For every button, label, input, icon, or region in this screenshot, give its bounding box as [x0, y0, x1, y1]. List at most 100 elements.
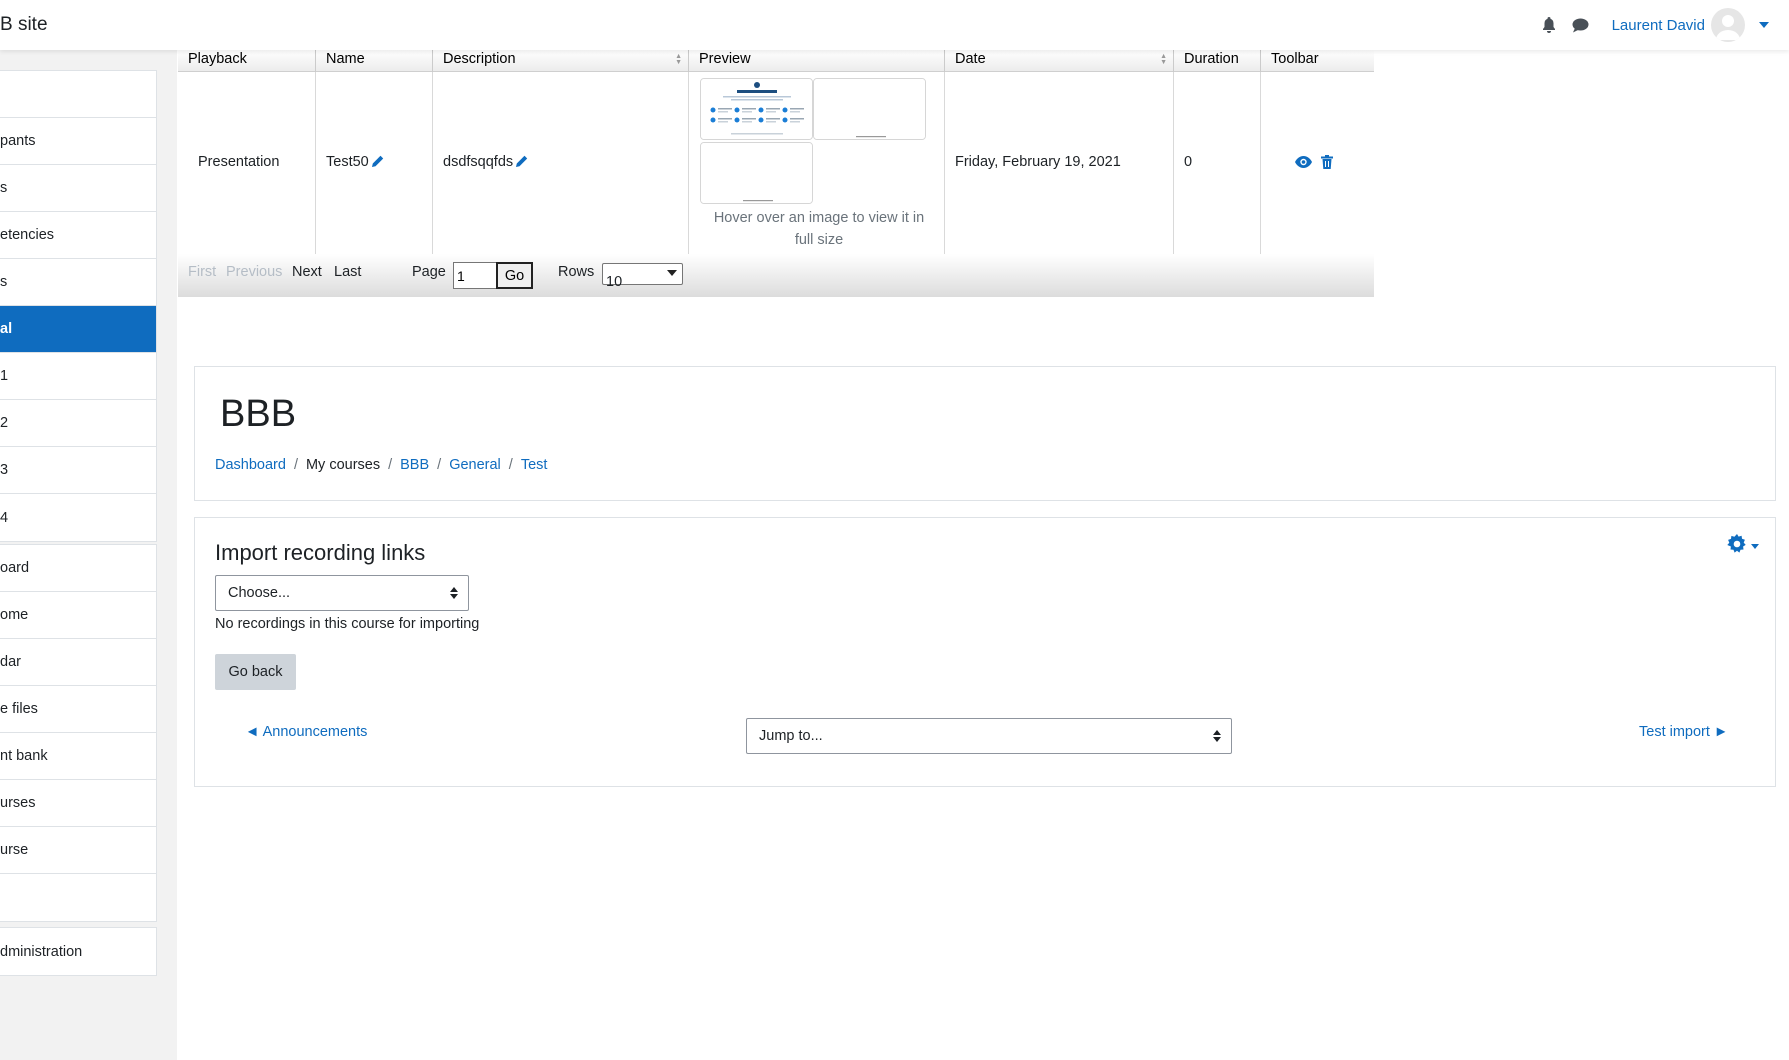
sort-icon[interactable]: ▲ ▼ — [1160, 53, 1167, 66]
cell-name: Test50 — [316, 72, 433, 254]
select-arrows-icon — [450, 587, 458, 599]
col-description[interactable]: Description ▲ ▼ — [433, 50, 689, 72]
navbar-right: Laurent David — [1526, 8, 1769, 42]
chevron-down-icon — [667, 270, 677, 276]
recording-description: dsdfsqqfds — [443, 154, 514, 170]
playback-link[interactable]: Presentation — [198, 154, 279, 170]
col-date-label: Date — [955, 51, 986, 67]
navbar: B site Laurent David — [0, 0, 1789, 50]
page-header: BBB Dashboard / My courses / BBB / Gener… — [194, 366, 1776, 501]
import-section: Import recording links Choose... No reco… — [194, 517, 1776, 787]
pager-rows-select[interactable]: 10 — [602, 263, 683, 290]
sidebar-item[interactable]: s — [0, 165, 156, 212]
col-preview: Preview — [689, 50, 945, 72]
table-pager: First Previous Next Last Page Go Rows 10 — [178, 254, 1374, 297]
edit-name-pencil-icon[interactable] — [371, 155, 384, 172]
breadcrumb: Dashboard / My courses / BBB / General /… — [215, 457, 547, 473]
pager-next[interactable]: Next — [292, 264, 322, 280]
sidebar-item[interactable]: urse — [0, 827, 156, 874]
breadcrumb-bbb[interactable]: BBB — [400, 457, 429, 473]
col-description-label: Description — [443, 51, 516, 67]
nav-group-site: oard ome dar e files nt bank urses urse — [0, 544, 157, 922]
sidebar-item[interactable]: dministration — [0, 928, 156, 975]
sidebar-item[interactable]: ome — [0, 592, 156, 639]
section-title: Import recording links — [215, 540, 426, 565]
preview-thumbnail[interactable] — [700, 142, 813, 204]
go-back-button[interactable]: Go back — [215, 654, 296, 690]
select-arrows-icon — [1213, 730, 1221, 742]
sidebar-item[interactable]: 2 — [0, 400, 156, 447]
col-duration: Duration — [1174, 50, 1261, 72]
recording-duration: 0 — [1184, 154, 1193, 170]
cell-description: dsdfsqqfds — [433, 72, 689, 254]
sidebar-item[interactable]: e files — [0, 686, 156, 733]
pager-rows-value: 10 — [606, 274, 623, 290]
sidebar-item[interactable]: pants — [0, 118, 156, 165]
pager-page-input[interactable] — [453, 262, 497, 289]
sidebar-item[interactable]: etencies — [0, 212, 156, 259]
prev-activity-link[interactable]: ◄ Announcements — [245, 724, 367, 740]
recording-date: Friday, February 19, 2021 — [955, 154, 1121, 170]
gear-icon — [1727, 534, 1747, 558]
sidebar-item[interactable]: nt bank — [0, 733, 156, 780]
breadcrumb-separator: / — [508, 457, 513, 473]
sidebar-item[interactable]: dar — [0, 639, 156, 686]
user-name[interactable]: Laurent David — [1612, 17, 1705, 34]
pager-last[interactable]: Last — [334, 264, 361, 280]
sidebar-item[interactable]: al — [0, 306, 156, 353]
user-menu-caret-icon[interactable] — [1759, 22, 1769, 28]
page-title: BBB — [220, 393, 297, 435]
table-row: Presentation Test50 dsdfsqqfds Hover ove… — [178, 72, 1374, 254]
preview-thumbnail[interactable] — [700, 78, 813, 140]
col-toolbar: Toolbar — [1271, 51, 1319, 67]
table-header: Playback Name Description ▲ ▼ Preview Dat… — [178, 50, 1374, 72]
pager-first: First — [188, 264, 217, 280]
sidebar-item[interactable]: urses — [0, 780, 156, 827]
no-recordings-message: No recordings in this course for importi… — [215, 616, 480, 632]
sidebar-item[interactable]: oard — [0, 545, 156, 592]
breadcrumb-separator: / — [293, 457, 298, 473]
pager-go-button[interactable]: Go — [496, 262, 533, 289]
cell-playback: Presentation — [178, 72, 316, 254]
breadcrumb-test[interactable]: Test — [521, 457, 548, 473]
breadcrumb-my-courses: My courses — [305, 457, 381, 473]
import-course-select-value: Choose... — [228, 585, 291, 601]
sidebar-item[interactable] — [0, 874, 156, 921]
chat-icon[interactable] — [1572, 16, 1590, 34]
sidebar-item[interactable]: 1 — [0, 353, 156, 400]
recordings-table: Playback Name Description ▲ ▼ Preview Dat… — [178, 50, 1374, 297]
recording-name: Test50 — [326, 154, 369, 170]
cell-duration: 0 — [1174, 72, 1261, 254]
col-date[interactable]: Date ▲ ▼ — [945, 50, 1174, 72]
cell-date: Friday, February 19, 2021 — [945, 72, 1174, 254]
sidebar-item[interactable] — [0, 71, 156, 118]
pager-page-label: Page — [412, 264, 446, 280]
cell-toolbar — [1261, 72, 1374, 254]
jump-to-select[interactable]: Jump to... — [746, 718, 1232, 754]
preview-thumbnail[interactable] — [813, 78, 926, 140]
pager-rows-label: Rows — [558, 264, 595, 280]
trash-icon[interactable] — [1321, 155, 1333, 173]
edit-description-pencil-icon[interactable] — [515, 155, 528, 172]
avatar[interactable] — [1711, 8, 1745, 42]
chevron-down-icon — [1751, 543, 1759, 549]
sort-icon[interactable]: ▲ ▼ — [675, 53, 682, 66]
breadcrumb-dashboard[interactable]: Dashboard — [215, 457, 286, 473]
breadcrumb-separator: / — [437, 457, 442, 473]
nav-group-admin: dministration — [0, 927, 157, 976]
site-name[interactable]: B site — [0, 14, 48, 36]
sidebar-item[interactable]: 4 — [0, 494, 156, 541]
pager-previous: Previous — [226, 264, 283, 280]
import-course-select[interactable]: Choose... — [215, 575, 469, 611]
settings-menu[interactable] — [1727, 534, 1759, 558]
breadcrumb-general[interactable]: General — [449, 457, 501, 473]
nav-group-course: pants s etencies s al 1 2 3 4 — [0, 70, 157, 542]
eye-icon[interactable] — [1295, 156, 1312, 172]
preview-hover-note: Hover over an image to view it in full s… — [713, 210, 925, 248]
cell-preview: Hover over an image to view it in full s… — [689, 72, 945, 254]
sidebar-item[interactable]: 3 — [0, 447, 156, 494]
sidebar-item[interactable]: s — [0, 259, 156, 306]
jump-to-select-value: Jump to... — [759, 728, 823, 744]
bell-icon[interactable] — [1540, 16, 1558, 34]
next-activity-link[interactable]: Test import ► — [1639, 724, 1728, 740]
